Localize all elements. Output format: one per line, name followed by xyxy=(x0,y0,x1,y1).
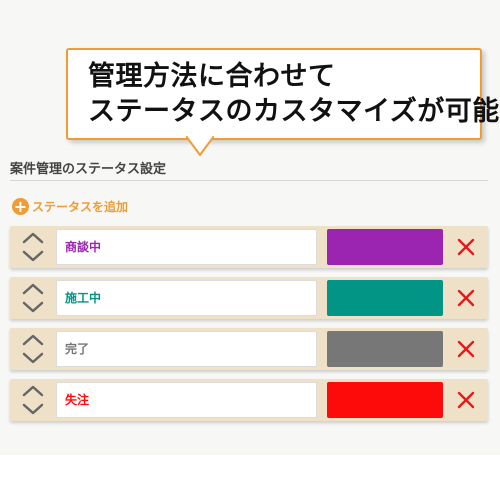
delete-icon[interactable] xyxy=(456,288,476,308)
callout-box: 管理方法に合わせて ステータスのカスタマイズが可能 xyxy=(66,48,499,140)
sort-handle-icon[interactable] xyxy=(20,331,46,367)
section-title: 案件管理のステータス設定 xyxy=(10,162,167,177)
delete-icon[interactable] xyxy=(456,390,476,410)
sort-handle-icon[interactable] xyxy=(20,382,46,418)
callout-tail xyxy=(186,136,214,156)
status-name-input[interactable]: 失注 xyxy=(56,382,317,418)
color-swatch[interactable] xyxy=(327,229,443,265)
callout-line-2: ステータスのカスタマイズが可能 xyxy=(88,96,500,127)
status-name-input[interactable]: 商談中 xyxy=(56,229,317,265)
color-swatch[interactable] xyxy=(327,331,443,367)
plus-circle-icon: + xyxy=(12,196,29,216)
add-status-label: ステータスを追加 xyxy=(32,199,129,214)
color-swatch[interactable] xyxy=(327,382,443,418)
status-row: 施工中 xyxy=(10,277,488,319)
delete-icon[interactable] xyxy=(456,339,476,359)
callout-line-1: 管理方法に合わせて xyxy=(88,61,336,92)
status-row: 商談中 xyxy=(10,226,488,268)
divider xyxy=(10,180,488,181)
status-name-input[interactable]: 施工中 xyxy=(56,280,317,316)
sort-handle-icon[interactable] xyxy=(20,280,46,316)
status-row: 完了 xyxy=(10,328,488,370)
delete-icon[interactable] xyxy=(456,237,476,257)
sort-handle-icon[interactable] xyxy=(20,229,46,265)
status-name-input[interactable]: 完了 xyxy=(56,331,317,367)
color-swatch[interactable] xyxy=(327,280,443,316)
status-row: 失注 xyxy=(10,379,488,421)
add-status-button[interactable]: + ステータスを追加 xyxy=(12,197,128,215)
